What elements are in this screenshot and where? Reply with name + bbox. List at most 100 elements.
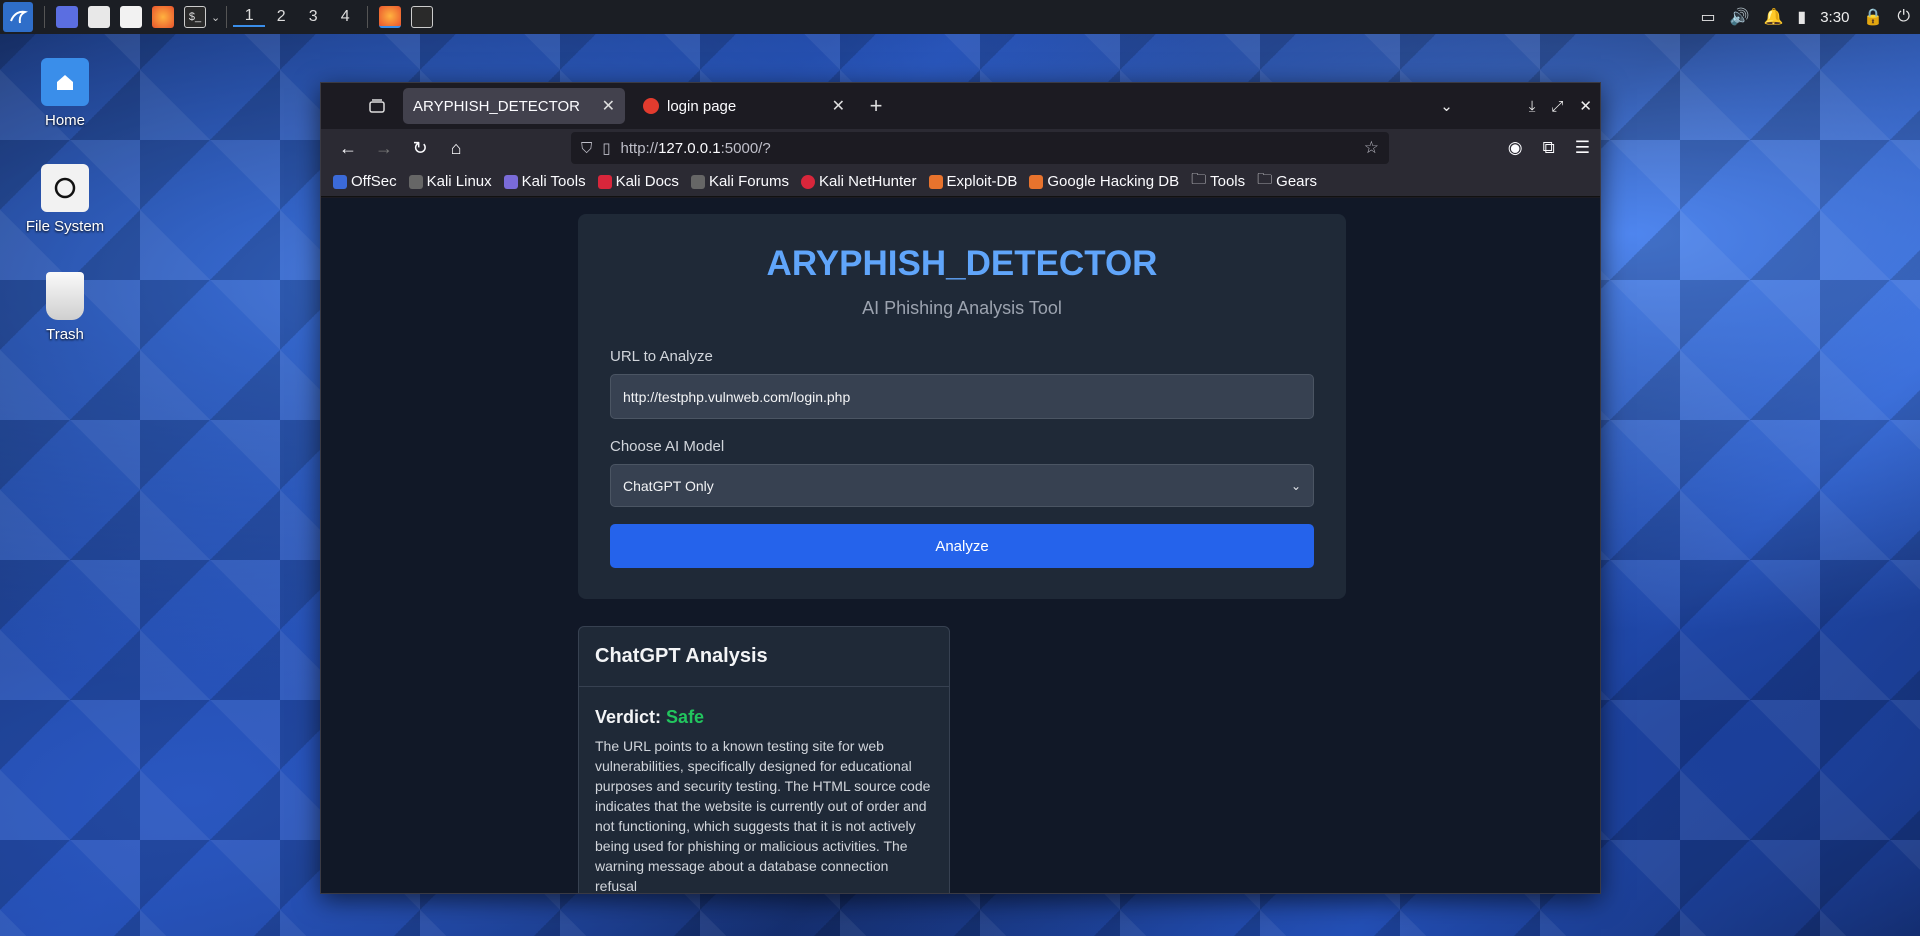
hamburger-menu-icon[interactable]: ☰ [1575,138,1590,158]
firefox-window-icon[interactable] [379,6,402,28]
lock-icon[interactable]: 🔒 [1863,7,1883,27]
power-icon[interactable]: ⏻ [1897,8,1910,26]
file-manager-icon[interactable] [88,6,110,28]
desktop-icon-file-system[interactable]: File System [10,164,120,235]
bookmark-folder-gears[interactable]: 🗀 Gears [1257,169,1317,194]
bookmark-exploit-db[interactable]: Exploit-DB [928,173,1018,190]
analyze-button[interactable]: Analyze [610,524,1314,568]
tab-title: login page [667,97,737,115]
ghdb-icon [1029,174,1044,189]
address-bar[interactable]: ⛉ ▯ http://127.0.0.1:5000/? ☆ [571,132,1389,164]
desktop-icon-label: Trash [46,326,84,343]
clock[interactable]: 3:30 [1820,9,1849,26]
desktop-icon-trash[interactable]: Trash [10,272,120,343]
tab-aryphish-detector[interactable]: ARYPHISH_DETECTOR ✕ [403,88,625,124]
url-field-label: URL to Analyze [610,348,713,365]
folder-icon: 🗀 [1191,171,1207,188]
bookmark-label: Gears [1276,173,1318,190]
bookmark-label: Kali Docs [615,173,679,190]
bookmark-kali-forums[interactable]: Kali Forums [690,173,789,190]
verdict-label: Verdict: [595,707,662,727]
show-desktop-icon[interactable] [56,6,78,28]
taskbar-separator [44,6,45,28]
close-tab-icon[interactable]: ✕ [832,96,845,116]
tracking-shield-icon[interactable]: ⛉ [581,140,592,157]
bookmark-label: Kali Linux [426,173,492,190]
bookmark-kali-docs[interactable]: Kali Docs [597,173,679,190]
bookmark-label: Google Hacking DB [1047,173,1180,190]
new-tab-plus-icon[interactable]: + [861,93,891,119]
bookmark-kali-nethunter[interactable]: Kali NetHunter [800,173,917,190]
trash-icon [46,272,84,320]
tab-title: ARYPHISH_DETECTOR [413,97,580,115]
analysis-text: The URL points to a known testing site f… [595,738,931,894]
chevron-down-icon[interactable]: ⌄ [211,11,220,24]
volume-icon[interactable]: 🔊 [1730,7,1750,27]
desktop-icon-label: File System [25,218,105,235]
notification-bell-icon[interactable]: 🔔 [1763,7,1783,27]
page-content: ARYPHISH_DETECTOR AI Phishing Analysis T… [321,198,1600,894]
bookmark-offsec[interactable]: OffSec [333,173,397,190]
desktop-icon-home[interactable]: Home [10,58,120,129]
close-window-icon[interactable]: ✕ [1579,97,1592,115]
extensions-icon[interactable]: ⧉ [1543,138,1555,158]
system-tray: ▭ 🔊 🔔 ▮ 3:30 🔒 ⏻ [1700,0,1920,34]
workspace-2[interactable]: 2 [265,8,297,26]
bookmark-label: Kali Forums [708,173,789,190]
bookmark-kali-linux[interactable]: Kali Linux [408,173,492,190]
verdict-line: Verdict: Safe [595,707,933,728]
model-select[interactable]: ChatGPT Only ⌄ [610,464,1314,507]
terminal-window-icon[interactable] [411,6,434,28]
url-rest: :5000/? [720,139,771,157]
account-icon[interactable]: ◉ [1508,138,1523,158]
firefox-view-icon[interactable] [359,88,395,124]
page-subtitle: AI Phishing Analysis Tool [862,298,1062,318]
maximize-icon[interactable]: ⤢ [1551,98,1563,115]
list-all-tabs-chevron-icon[interactable]: ⌄ [1440,97,1453,115]
nethunter-icon [800,174,815,189]
download-icon[interactable]: ⤓ [1529,98,1536,115]
tab-login-page[interactable]: login page ✕ [633,88,855,124]
chatgpt-analysis-card: ChatGPT Analysis Verdict: Safe The URL p… [578,626,950,894]
close-tab-icon[interactable]: ✕ [602,96,615,116]
reload-icon[interactable]: ↻ [405,133,435,163]
bookmark-label: Exploit-DB [946,173,1018,190]
workspace-3[interactable]: 3 [297,8,329,26]
kali-docs-icon [597,174,612,189]
back-arrow-icon[interactable]: ← [333,133,363,163]
page-title: ARYPHISH_DETECTOR [766,244,1158,283]
firefox-launcher-icon[interactable] [152,6,174,28]
display-icon[interactable]: ▭ [1700,7,1715,27]
page-info-icon[interactable]: ▯ [602,139,610,157]
terminal-launcher-icon[interactable]: $_ [184,6,206,28]
site-favicon-icon [643,98,659,114]
text-editor-icon[interactable] [120,6,142,28]
bookmark-label: Kali Tools [521,173,586,190]
home-icon[interactable]: ⌂ [441,133,471,163]
chevron-down-icon: ⌄ [1290,478,1301,493]
url-input[interactable]: http://testphp.vulnweb.com/login.php [610,374,1314,419]
bookmark-google-hacking-db[interactable]: Google Hacking DB [1029,173,1179,190]
model-selected-value: ChatGPT Only [623,477,714,494]
forward-arrow-icon[interactable]: → [369,133,399,163]
folder-icon: 🗀 [1257,171,1273,188]
model-select-label: Choose AI Model [610,438,725,455]
bookmark-kali-tools[interactable]: Kali Tools [503,173,586,190]
bookmark-label: OffSec [351,173,397,190]
workspace-4[interactable]: 4 [329,8,361,26]
exploit-db-icon [928,174,943,189]
tab-bar: ARYPHISH_DETECTOR ✕ login page ✕ + ⌄ ⤓ ⤢… [321,83,1600,129]
desktop-icon-label: Home [44,112,85,129]
analysis-form-card: ARYPHISH_DETECTOR AI Phishing Analysis T… [578,214,1346,599]
battery-icon[interactable]: ▮ [1797,7,1806,27]
workspace-1[interactable]: 1 [233,7,266,27]
bookmark-label: Kali NetHunter [818,173,917,190]
taskbar-separator [367,6,369,28]
window-controls: ⌄ ⤓ ⤢ ✕ [1440,83,1592,129]
home-folder-icon [41,58,89,106]
bookmark-folder-tools[interactable]: 🗀 Tools [1191,169,1245,194]
taskbar: $_ ⌄ 1 2 3 4 ▭ 🔊 🔔 ▮ 3:30 🔒 ⏻ [0,0,1920,34]
kali-menu-icon[interactable] [3,2,33,32]
bookmark-label: Tools [1210,173,1246,190]
bookmark-star-icon[interactable]: ☆ [1364,138,1379,158]
